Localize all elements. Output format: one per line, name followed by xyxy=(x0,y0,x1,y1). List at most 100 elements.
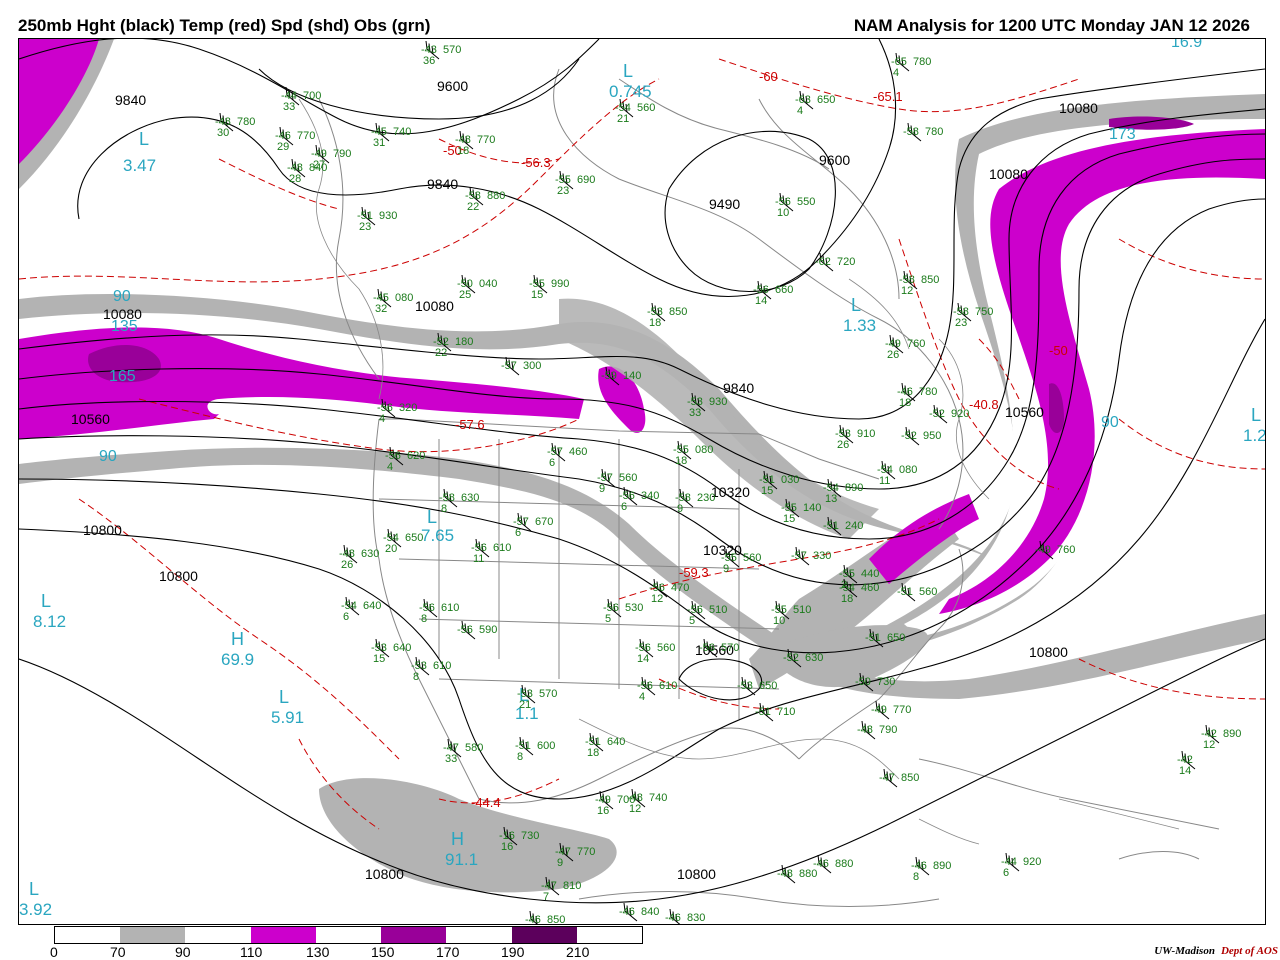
obs-height: 740 xyxy=(649,792,667,804)
station-plot: -56 6104 xyxy=(637,676,677,703)
obs-dewpoint-depression: 8 xyxy=(913,871,919,883)
obs-height: 610 xyxy=(659,680,677,692)
height-label: 10560 xyxy=(1005,404,1044,420)
height-label: 9600 xyxy=(819,152,850,168)
height-label: 10800 xyxy=(1029,644,1068,660)
obs-height: 560 xyxy=(657,642,675,654)
obs-height: 080 xyxy=(395,292,413,304)
station-plot: -58 88022 xyxy=(465,186,505,213)
svg-text:L: L xyxy=(623,61,633,81)
legend-swatch xyxy=(446,927,512,943)
obs-dewpoint-depression: 7 xyxy=(543,891,549,903)
obs-temp: -57 xyxy=(791,550,807,562)
station-plot: -46 78018 xyxy=(897,382,937,409)
obs-dewpoint-depression: 10 xyxy=(773,615,785,627)
obs-dewpoint-depression: 21 xyxy=(519,699,531,711)
obs-height: 840 xyxy=(309,162,327,174)
obs-height: 810 xyxy=(563,880,581,892)
obs-temp: -48 xyxy=(857,724,873,736)
obs-height: 770 xyxy=(893,704,911,716)
obs-dewpoint-depression: 33 xyxy=(689,407,701,419)
svg-text:69.9: 69.9 xyxy=(221,650,254,669)
station-plot: -52 950 xyxy=(901,426,941,446)
obs-dewpoint-depression: 23 xyxy=(955,317,967,329)
obs-height: 650 xyxy=(759,680,777,692)
obs-temp: -51 xyxy=(823,520,839,532)
legend-label: 0 xyxy=(50,944,58,960)
temp-label: -57.6 xyxy=(455,417,485,432)
station-plot: -48 74012 xyxy=(627,788,667,815)
legend-label: 210 xyxy=(566,944,590,960)
obs-dewpoint-depression: 32 xyxy=(375,303,387,315)
obs-dewpoint-depression: 14 xyxy=(1179,765,1191,777)
station-plot: -46 77029 xyxy=(275,126,315,153)
obs-height: 850 xyxy=(547,914,565,924)
obs-dewpoint-depression: 31 xyxy=(373,137,385,149)
obs-height: 510 xyxy=(709,604,727,616)
station-plot: -46 850 xyxy=(525,910,565,924)
obs-dewpoint-depression: 15 xyxy=(783,513,795,525)
obs-dewpoint-depression: 18 xyxy=(587,747,599,759)
obs-height: 620 xyxy=(407,450,425,462)
station-plot: -54 56021 xyxy=(615,98,655,125)
analysis-time: NAM Analysis for 1200 UTC Monday JAN 12 … xyxy=(853,16,1250,35)
obs-dewpoint-depression: 9 xyxy=(557,857,563,869)
credit-label: UW-Madison Dept of AOS xyxy=(1154,945,1278,957)
station-plot: -54 65020 xyxy=(383,528,423,555)
obs-dewpoint-depression: 16 xyxy=(597,805,609,817)
obs-height: 640 xyxy=(607,736,625,748)
obs-height: 140 xyxy=(803,502,821,514)
height-label: 9840 xyxy=(427,176,458,192)
obs-height: 560 xyxy=(619,472,637,484)
height-label: 9840 xyxy=(115,92,146,108)
station-plot: -51 710 xyxy=(755,702,795,722)
obs-height: 740 xyxy=(393,126,411,138)
temp-label: -60 xyxy=(759,69,778,84)
high-center-marker: H69.9 xyxy=(221,629,254,669)
obs-temp: -59 xyxy=(601,370,617,382)
obs-dewpoint-depression: 10 xyxy=(777,207,789,219)
temp-label: -65.1 xyxy=(873,89,903,104)
obs-dewpoint-depression: 30 xyxy=(217,127,229,139)
obs-dewpoint-depression: 18 xyxy=(675,455,687,467)
svg-text:3.47: 3.47 xyxy=(123,156,156,175)
obs-dewpoint-depression: 5 xyxy=(605,613,611,625)
obs-height: 080 xyxy=(695,444,713,456)
jet-gray-mexico xyxy=(319,778,617,893)
obs-height: 880 xyxy=(487,190,505,202)
obs-height: 030 xyxy=(781,474,799,486)
jet-shading xyxy=(19,39,1265,893)
station-plot: -47 850 xyxy=(879,768,919,788)
legend-swatch xyxy=(576,927,642,943)
obs-dewpoint-depression: 12 xyxy=(629,803,641,815)
station-plot: -48 63026 xyxy=(339,544,379,571)
obs-height: 640 xyxy=(393,642,411,654)
obs-dewpoint-depression: 22 xyxy=(467,201,479,213)
obs-height: 990 xyxy=(551,278,569,290)
obs-dewpoint-depression: 14 xyxy=(637,653,649,665)
station-plot: -46 840 xyxy=(619,902,659,922)
obs-temp: -49 xyxy=(871,704,887,716)
obs-height: 560 xyxy=(919,586,937,598)
station-plot: -45 74031 xyxy=(371,122,411,149)
obs-height: 560 xyxy=(743,552,761,564)
credit-dept: Dept of AOS xyxy=(1220,945,1278,957)
station-plot: -48 880 xyxy=(777,864,817,884)
map-title: 250mb Hght (black) Temp (red) Spd (shd) … xyxy=(18,16,431,35)
obs-temp: -56 xyxy=(457,624,473,636)
svg-text:L: L xyxy=(1251,405,1261,425)
svg-text:L: L xyxy=(279,687,289,707)
station-plot: -44 70033 xyxy=(281,86,321,113)
obs-temp: -48 xyxy=(777,868,793,880)
obs-height: 920 xyxy=(1023,856,1041,868)
station-plot: -52 920 xyxy=(929,404,969,424)
obs-height: 650 xyxy=(887,632,905,644)
station-plot: -43 57036 xyxy=(421,40,461,67)
obs-height: 880 xyxy=(835,858,853,870)
obs-dewpoint-depression: 22 xyxy=(435,347,447,359)
obs-dewpoint-depression: 12 xyxy=(651,593,663,605)
height-label: 10800 xyxy=(677,866,716,882)
obs-temp: -49 xyxy=(1035,544,1051,556)
obs-temp: -46 xyxy=(665,912,681,924)
obs-height: 640 xyxy=(363,600,381,612)
